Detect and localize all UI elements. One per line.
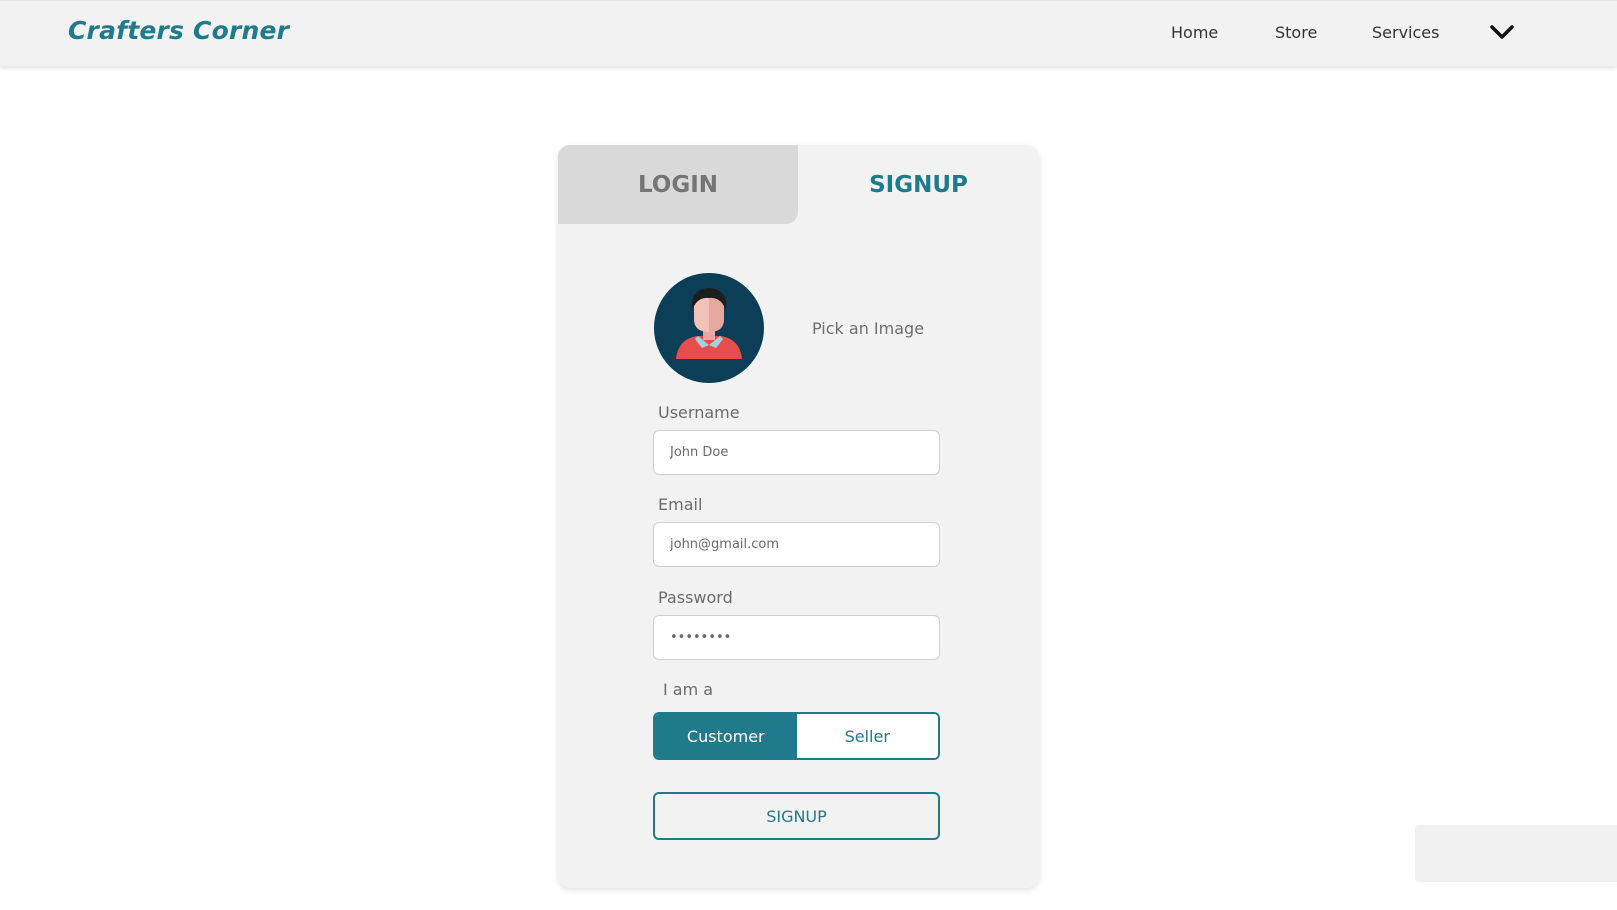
avatar-illustration <box>676 288 742 359</box>
username-input[interactable] <box>653 430 940 475</box>
role-label: I am a <box>663 680 714 699</box>
email-label: Email <box>658 495 703 514</box>
nav-link-store[interactable]: Store <box>1275 23 1317 42</box>
tab-login[interactable]: LOGIN <box>558 145 798 224</box>
chevron-down-icon[interactable] <box>1489 21 1515 45</box>
user-avatar-icon[interactable] <box>654 273 764 383</box>
navbar: Crafters Corner Home Store Services <box>0 0 1617 66</box>
brand-logo[interactable]: Crafters Corner <box>68 16 289 45</box>
nav-link-services[interactable]: Services <box>1372 23 1439 42</box>
role-customer-button[interactable]: Customer <box>655 714 797 758</box>
role-seller-button[interactable]: Seller <box>796 714 938 758</box>
password-input[interactable] <box>653 615 940 660</box>
auth-card: LOGIN SIGNUP Pick an Image Username Emai… <box>558 145 1039 888</box>
tab-signup[interactable]: SIGNUP <box>798 145 1039 224</box>
signup-button[interactable]: SIGNUP <box>653 792 940 840</box>
email-input[interactable] <box>653 522 940 567</box>
corner-widget <box>1415 825 1617 882</box>
role-toggle: Customer Seller <box>653 712 940 760</box>
nav-link-home[interactable]: Home <box>1171 23 1218 42</box>
password-label: Password <box>658 588 733 607</box>
pick-image-link[interactable]: Pick an Image <box>812 319 924 338</box>
username-label: Username <box>658 403 740 422</box>
